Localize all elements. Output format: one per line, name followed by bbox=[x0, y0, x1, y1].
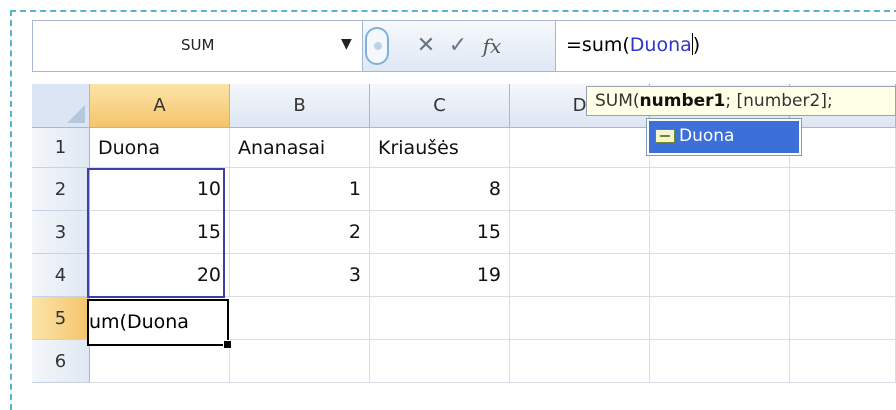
cell-c3[interactable]: 15 bbox=[370, 211, 510, 254]
cell-b4[interactable]: 3 bbox=[230, 254, 370, 297]
named-range-icon bbox=[655, 129, 675, 143]
formula-bar-bubble bbox=[365, 27, 389, 65]
cell-c2[interactable]: 8 bbox=[370, 168, 510, 211]
autocomplete-item[interactable]: Duona bbox=[649, 121, 799, 153]
formula-prefix: =sum( bbox=[566, 34, 630, 56]
name-box-value: SUM bbox=[181, 36, 215, 54]
autocomplete-list: Duona bbox=[646, 118, 802, 156]
name-box[interactable]: SUM ▼ bbox=[33, 21, 363, 71]
cell-e6[interactable] bbox=[650, 340, 790, 383]
cell-d4[interactable] bbox=[510, 254, 650, 297]
autocomplete-item-label: Duona bbox=[679, 126, 735, 146]
row-header-3[interactable]: 3 bbox=[32, 211, 90, 254]
insert-function-icon[interactable]: fx bbox=[477, 31, 507, 61]
row-header-5[interactable]: 5 bbox=[32, 297, 90, 340]
column-header-b[interactable]: B bbox=[230, 84, 370, 128]
cell-f1[interactable] bbox=[790, 128, 896, 168]
cell-a6[interactable] bbox=[90, 340, 230, 383]
cell-a2[interactable]: 10 bbox=[90, 168, 230, 211]
cell-b3[interactable]: 2 bbox=[230, 211, 370, 254]
column-header-a[interactable]: A bbox=[90, 84, 230, 128]
cell-e3[interactable] bbox=[650, 211, 790, 254]
cell-b2[interactable]: 1 bbox=[230, 168, 370, 211]
row-header-1[interactable]: 1 bbox=[32, 128, 90, 168]
formula-input[interactable]: =sum(Duona) bbox=[555, 21, 896, 71]
cell-d3[interactable] bbox=[510, 211, 650, 254]
chevron-down-icon[interactable]: ▼ bbox=[341, 34, 355, 54]
cell-f4[interactable] bbox=[790, 254, 896, 297]
cell-c1[interactable]: Kriaušės bbox=[370, 128, 510, 168]
cell-d6[interactable] bbox=[510, 340, 650, 383]
cell-d1[interactable] bbox=[510, 128, 650, 168]
formula-suffix: ) bbox=[692, 34, 701, 56]
check-icon[interactable]: ✓ bbox=[445, 31, 471, 61]
cell-d5[interactable] bbox=[510, 297, 650, 340]
function-tooltip: SUM(number1; [number2]; bbox=[586, 86, 896, 116]
tooltip-arg1: number1 bbox=[639, 91, 726, 111]
cell-a4[interactable]: 20 bbox=[90, 254, 230, 297]
active-cell-a5[interactable]: um(Duona bbox=[87, 299, 232, 349]
cell-b6[interactable] bbox=[230, 340, 370, 383]
cell-c4[interactable]: 19 bbox=[370, 254, 510, 297]
cell-e2[interactable] bbox=[650, 168, 790, 211]
tooltip-rest: ; [number2]; bbox=[725, 91, 833, 111]
cell-b1[interactable]: Ananasai bbox=[230, 128, 370, 168]
row-header-2[interactable]: 2 bbox=[32, 168, 90, 211]
cell-f3[interactable] bbox=[790, 211, 896, 254]
row-header-6[interactable]: 6 bbox=[32, 340, 90, 383]
cell-a1[interactable]: Duona bbox=[90, 128, 230, 168]
cell-e4[interactable] bbox=[650, 254, 790, 297]
column-header-c[interactable]: C bbox=[370, 84, 510, 128]
cell-c5[interactable] bbox=[370, 297, 510, 340]
row-header-4[interactable]: 4 bbox=[32, 254, 90, 297]
formula-ref: Duona bbox=[629, 34, 692, 56]
cell-f6[interactable] bbox=[790, 340, 896, 383]
tooltip-func: SUM( bbox=[595, 91, 640, 111]
cell-a5: um(Duona bbox=[89, 311, 189, 333]
cell-a3[interactable]: 15 bbox=[90, 211, 230, 254]
cell-c6[interactable] bbox=[370, 340, 510, 383]
cell-b5[interactable] bbox=[230, 297, 370, 340]
cell-f2[interactable] bbox=[790, 168, 896, 211]
cell-f5[interactable] bbox=[790, 297, 896, 340]
cell-e5[interactable] bbox=[650, 297, 790, 340]
fill-handle[interactable] bbox=[223, 340, 232, 349]
cancel-icon[interactable]: ✕ bbox=[413, 31, 439, 61]
select-all-corner[interactable] bbox=[32, 84, 90, 128]
formula-bar: SUM ▼ ✕ ✓ fx =sum(Duona) bbox=[32, 20, 896, 72]
cell-d2[interactable] bbox=[510, 168, 650, 211]
